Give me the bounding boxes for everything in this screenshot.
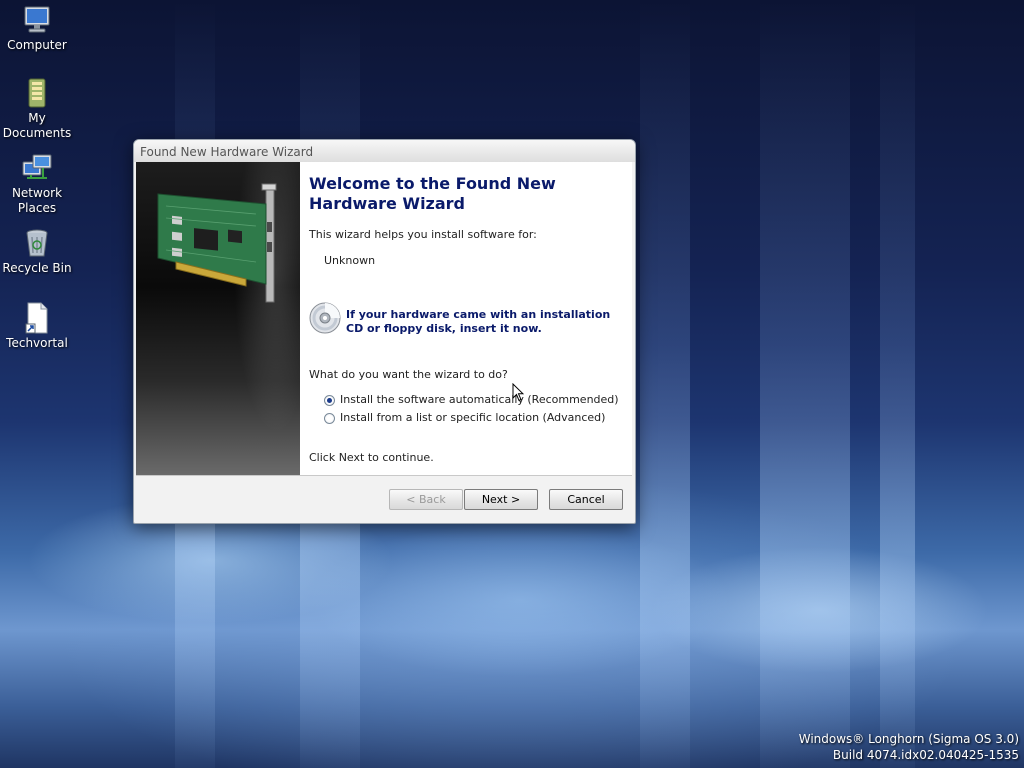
wizard-side-image	[136, 162, 300, 475]
wizard-question: What do you want the wizard to do?	[309, 368, 508, 381]
back-button[interactable]: < Back	[389, 489, 463, 510]
file-shortcut-icon	[25, 302, 48, 334]
wizard-heading: Welcome to the Found New Hardware Wizard	[309, 174, 556, 213]
device-name: Unknown	[324, 254, 376, 267]
network-card-icon	[157, 183, 277, 303]
option-label: Install from a list or specific location…	[340, 411, 606, 424]
recycle-bin-icon	[26, 229, 48, 257]
background-beam	[880, 0, 915, 768]
cd-disc-icon	[309, 302, 341, 334]
network-icon	[22, 154, 52, 179]
wizard-content: Welcome to the Found New Hardware Wizard…	[136, 162, 632, 476]
window-title-bar[interactable]: Found New Hardware Wizard	[134, 140, 635, 162]
desktop-icon-my-documents[interactable]: My Documents	[0, 77, 74, 141]
next-button[interactable]: Next >	[464, 489, 538, 510]
background-beam	[760, 0, 850, 768]
watermark-line: Build 4074.idx02.040425-1535	[832, 748, 1019, 762]
desktop-icon-computer[interactable]: Computer	[0, 4, 74, 53]
desktop-icon-label: Techvortal	[6, 336, 68, 350]
desktop-icon-label: My Documents	[2, 111, 72, 140]
option-label: Install the software automatically (Reco…	[340, 393, 619, 406]
option-install-from-list[interactable]: Install from a list or specific location…	[324, 410, 605, 426]
computer-icon	[24, 6, 50, 33]
radio-button-selected[interactable]	[324, 394, 335, 406]
background-beam	[640, 0, 690, 768]
mouse-cursor-icon	[512, 383, 524, 402]
desktop: Computer My Documents Network Places Rec…	[0, 0, 1024, 768]
cancel-button[interactable]: Cancel	[549, 489, 623, 510]
watermark-line: Windows® Longhorn (Sigma OS 3.0)	[798, 732, 1019, 746]
continue-hint: Click Next to continue.	[309, 451, 434, 464]
desktop-icon-label: Computer	[7, 38, 67, 52]
intro-text: This wizard helps you install software f…	[309, 228, 537, 241]
documents-folder-icon	[28, 78, 46, 108]
wizard-main-pane: Welcome to the Found New Hardware Wizard…	[309, 162, 627, 475]
desktop-icon-network-places[interactable]: Network Places	[0, 152, 74, 216]
cd-insert-note: If your hardware came with an installati…	[346, 308, 611, 335]
option-install-automatically[interactable]: Install the software automatically (Reco…	[324, 392, 619, 408]
build-watermark: Windows® Longhorn (Sigma OS 3.0) Build 4…	[799, 731, 1019, 763]
found-new-hardware-wizard-window: Found New Hardware Wizard Welcome to the…	[133, 139, 636, 524]
radio-button[interactable]	[324, 412, 335, 424]
desktop-icon-recycle-bin[interactable]: Recycle Bin	[0, 227, 74, 276]
desktop-icon-label: Network Places	[11, 186, 63, 215]
window-title: Found New Hardware Wizard	[140, 145, 314, 159]
desktop-icon-techvortal[interactable]: Techvortal	[0, 302, 74, 351]
desktop-icon-label: Recycle Bin	[2, 261, 72, 275]
